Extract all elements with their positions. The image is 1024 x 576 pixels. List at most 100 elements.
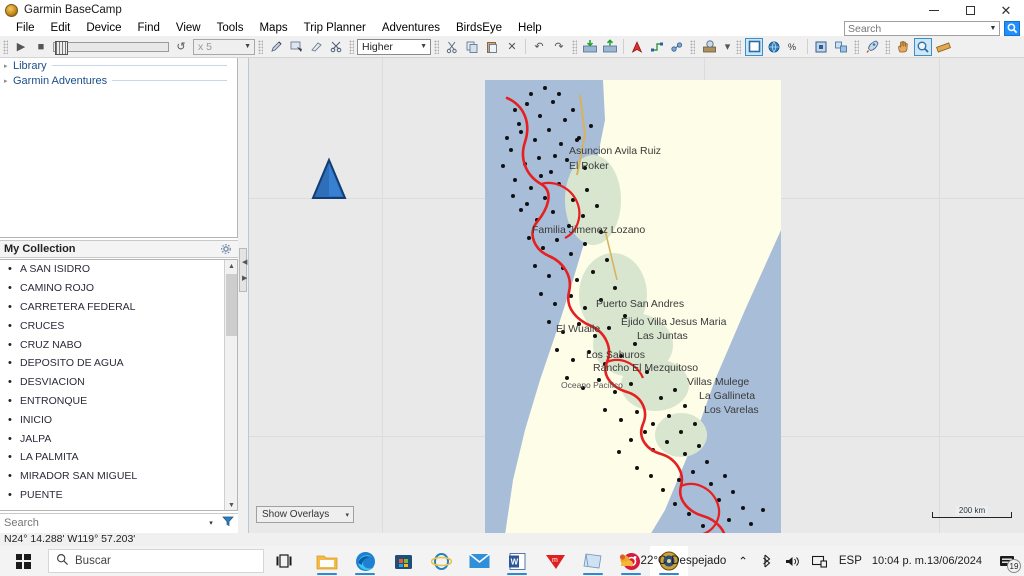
3d-view-button[interactable] (765, 38, 783, 56)
taskbar-app-word[interactable]: W (498, 546, 536, 576)
list-item[interactable]: • CRUCES (0, 316, 237, 335)
tree-item-library[interactable]: ▸ Library (0, 58, 237, 73)
list-item[interactable]: • PUENTE (0, 486, 237, 505)
panel-splitter[interactable]: ◀ ▶ (238, 58, 248, 533)
new-track-button[interactable] (668, 38, 686, 56)
map-canvas[interactable]: Asuncion Avila Ruiz El Poker Familia Jim… (248, 58, 1024, 533)
collection-search-input[interactable] (0, 515, 204, 530)
scrollbar-thumb[interactable] (226, 274, 237, 336)
toolbar-grip-2[interactable] (258, 39, 263, 54)
filter-icon[interactable] (218, 515, 238, 530)
map-layers-dropdown[interactable]: ▾ (723, 38, 732, 56)
menu-maps[interactable]: Maps (251, 20, 295, 36)
expand-arrow-icon[interactable]: ▸ (4, 62, 13, 70)
list-item[interactable]: • DESVIACION (0, 373, 237, 392)
clock-widget[interactable]: 10:04 p. m. 13/06/2024 (868, 546, 990, 576)
playback-speed-select[interactable]: x 5 ▼ (193, 38, 255, 55)
minimize-button[interactable] (916, 0, 952, 20)
collection-search-dropdown-icon[interactable]: ▾ (204, 519, 218, 527)
menu-file[interactable]: File (8, 20, 43, 36)
menu-tools[interactable]: Tools (209, 20, 252, 36)
list-item[interactable]: • MIRADOR SAN MIGUEL (0, 467, 237, 486)
draw-waypoint-button[interactable] (267, 38, 285, 56)
redo-button[interactable]: ↷ (550, 38, 568, 56)
toolbar-grip-9[interactable] (885, 39, 890, 54)
paste-button[interactable] (483, 38, 501, 56)
adventures-button[interactable] (863, 38, 881, 56)
taskbar-app-internet-explorer[interactable] (422, 546, 460, 576)
detail-level-select[interactable]: Higher ▼ (357, 38, 431, 55)
new-route-button[interactable] (648, 38, 666, 56)
task-view-button[interactable] (264, 546, 304, 576)
global-search-dropdown-icon[interactable]: ▼ (987, 25, 999, 32)
delete-button[interactable]: ✕ (503, 38, 521, 56)
play-button[interactable]: ▶ (12, 38, 30, 56)
menu-edit[interactable]: Edit (43, 20, 79, 36)
receive-from-device-button[interactable] (581, 38, 599, 56)
map-view-button[interactable] (745, 37, 763, 56)
undo-button[interactable]: ↶ (530, 38, 548, 56)
list-item[interactable]: • CARRETERA FEDERAL (0, 298, 237, 317)
playback-slider[interactable] (53, 40, 169, 55)
select-tool-button[interactable] (287, 38, 305, 56)
blue-triangle-marker[interactable] (309, 156, 349, 202)
show-overlays-select[interactable]: Show Overlays ▾ (256, 506, 354, 523)
cut-button[interactable] (443, 38, 461, 56)
pan-tool-button[interactable] (894, 38, 912, 56)
splitter-arrow-left-icon[interactable]: ◀ (242, 258, 247, 266)
toolbar-grip-6[interactable] (690, 39, 695, 54)
language-indicator[interactable]: ESP (833, 546, 868, 576)
global-search-box[interactable]: ▼ (844, 21, 1000, 36)
list-item[interactable]: • CRUZ NABO (0, 335, 237, 354)
tray-expand-button[interactable]: ⌃ (732, 546, 754, 576)
profile-view-button[interactable]: % (785, 38, 803, 56)
network-icon[interactable] (806, 546, 833, 576)
bluetooth-icon[interactable] (754, 546, 779, 576)
taskbar-app-file-explorer[interactable] (308, 546, 346, 576)
scroll-up-button[interactable]: ▲ (225, 260, 237, 273)
tree-item-garmin-adventures[interactable]: ▸ Garmin Adventures (0, 73, 237, 88)
map-layers-button[interactable] (699, 38, 721, 56)
toolbar-grip[interactable] (3, 39, 8, 54)
measure-tool-button[interactable] (934, 38, 952, 56)
slider-thumb[interactable] (55, 40, 68, 55)
collection-search-box[interactable]: ▾ (0, 513, 238, 531)
menu-trip-planner[interactable]: Trip Planner (296, 20, 374, 36)
taskbar-app-mail[interactable] (460, 546, 498, 576)
menu-help[interactable]: Help (510, 20, 550, 36)
close-button[interactable]: ✕ (988, 0, 1024, 20)
toolbar-grip-5[interactable] (572, 39, 577, 54)
volume-icon[interactable] (779, 546, 806, 576)
list-item[interactable]: • ENTRONQUE (0, 392, 237, 411)
list-item[interactable]: • DEPOSITO DE AGUA (0, 354, 237, 373)
draw-track-button[interactable] (327, 38, 345, 56)
splitter-arrow-right-icon[interactable]: ▶ (242, 274, 247, 282)
maximize-button[interactable] (952, 0, 988, 20)
list-item[interactable]: • LA PALMITA (0, 448, 237, 467)
taskbar-app-notebook[interactable] (574, 546, 612, 576)
stop-button[interactable]: ■ (32, 38, 50, 56)
toolbar-grip-3[interactable] (349, 39, 354, 54)
scroll-down-button[interactable]: ▼ (225, 499, 237, 510)
menu-adventures[interactable]: Adventures (374, 20, 448, 36)
splitter-handle[interactable]: ◀ ▶ (239, 248, 247, 292)
gear-icon[interactable] (220, 243, 232, 255)
weather-widget[interactable]: 22°C Despejado (612, 546, 733, 576)
menu-birdseye[interactable]: BirdsEye (448, 20, 510, 36)
start-button[interactable] (0, 546, 46, 576)
collection-list[interactable]: • A SAN ISIDRO • CAMINO ROJO • CARRETERA FE… (0, 259, 238, 511)
menu-view[interactable]: View (168, 20, 209, 36)
global-search-button[interactable] (1004, 21, 1020, 36)
reset-playback-button[interactable]: ↺ (172, 38, 190, 56)
copy-button[interactable] (463, 38, 481, 56)
taskbar-app-microsoft-store[interactable] (384, 546, 422, 576)
expand-arrow-icon-2[interactable]: ▸ (4, 77, 13, 85)
toolbar-grip-8[interactable] (854, 39, 859, 54)
notification-center-button[interactable]: 19 (990, 546, 1024, 576)
send-to-device-button[interactable] (601, 38, 619, 56)
toolbar-grip-4[interactable] (434, 39, 439, 54)
taskbar-app-microsoft-edge[interactable] (346, 546, 384, 576)
list-item[interactable]: • JALPA (0, 429, 237, 448)
new-waypoint-button[interactable] (628, 38, 646, 56)
fit-to-window-button[interactable] (812, 38, 830, 56)
